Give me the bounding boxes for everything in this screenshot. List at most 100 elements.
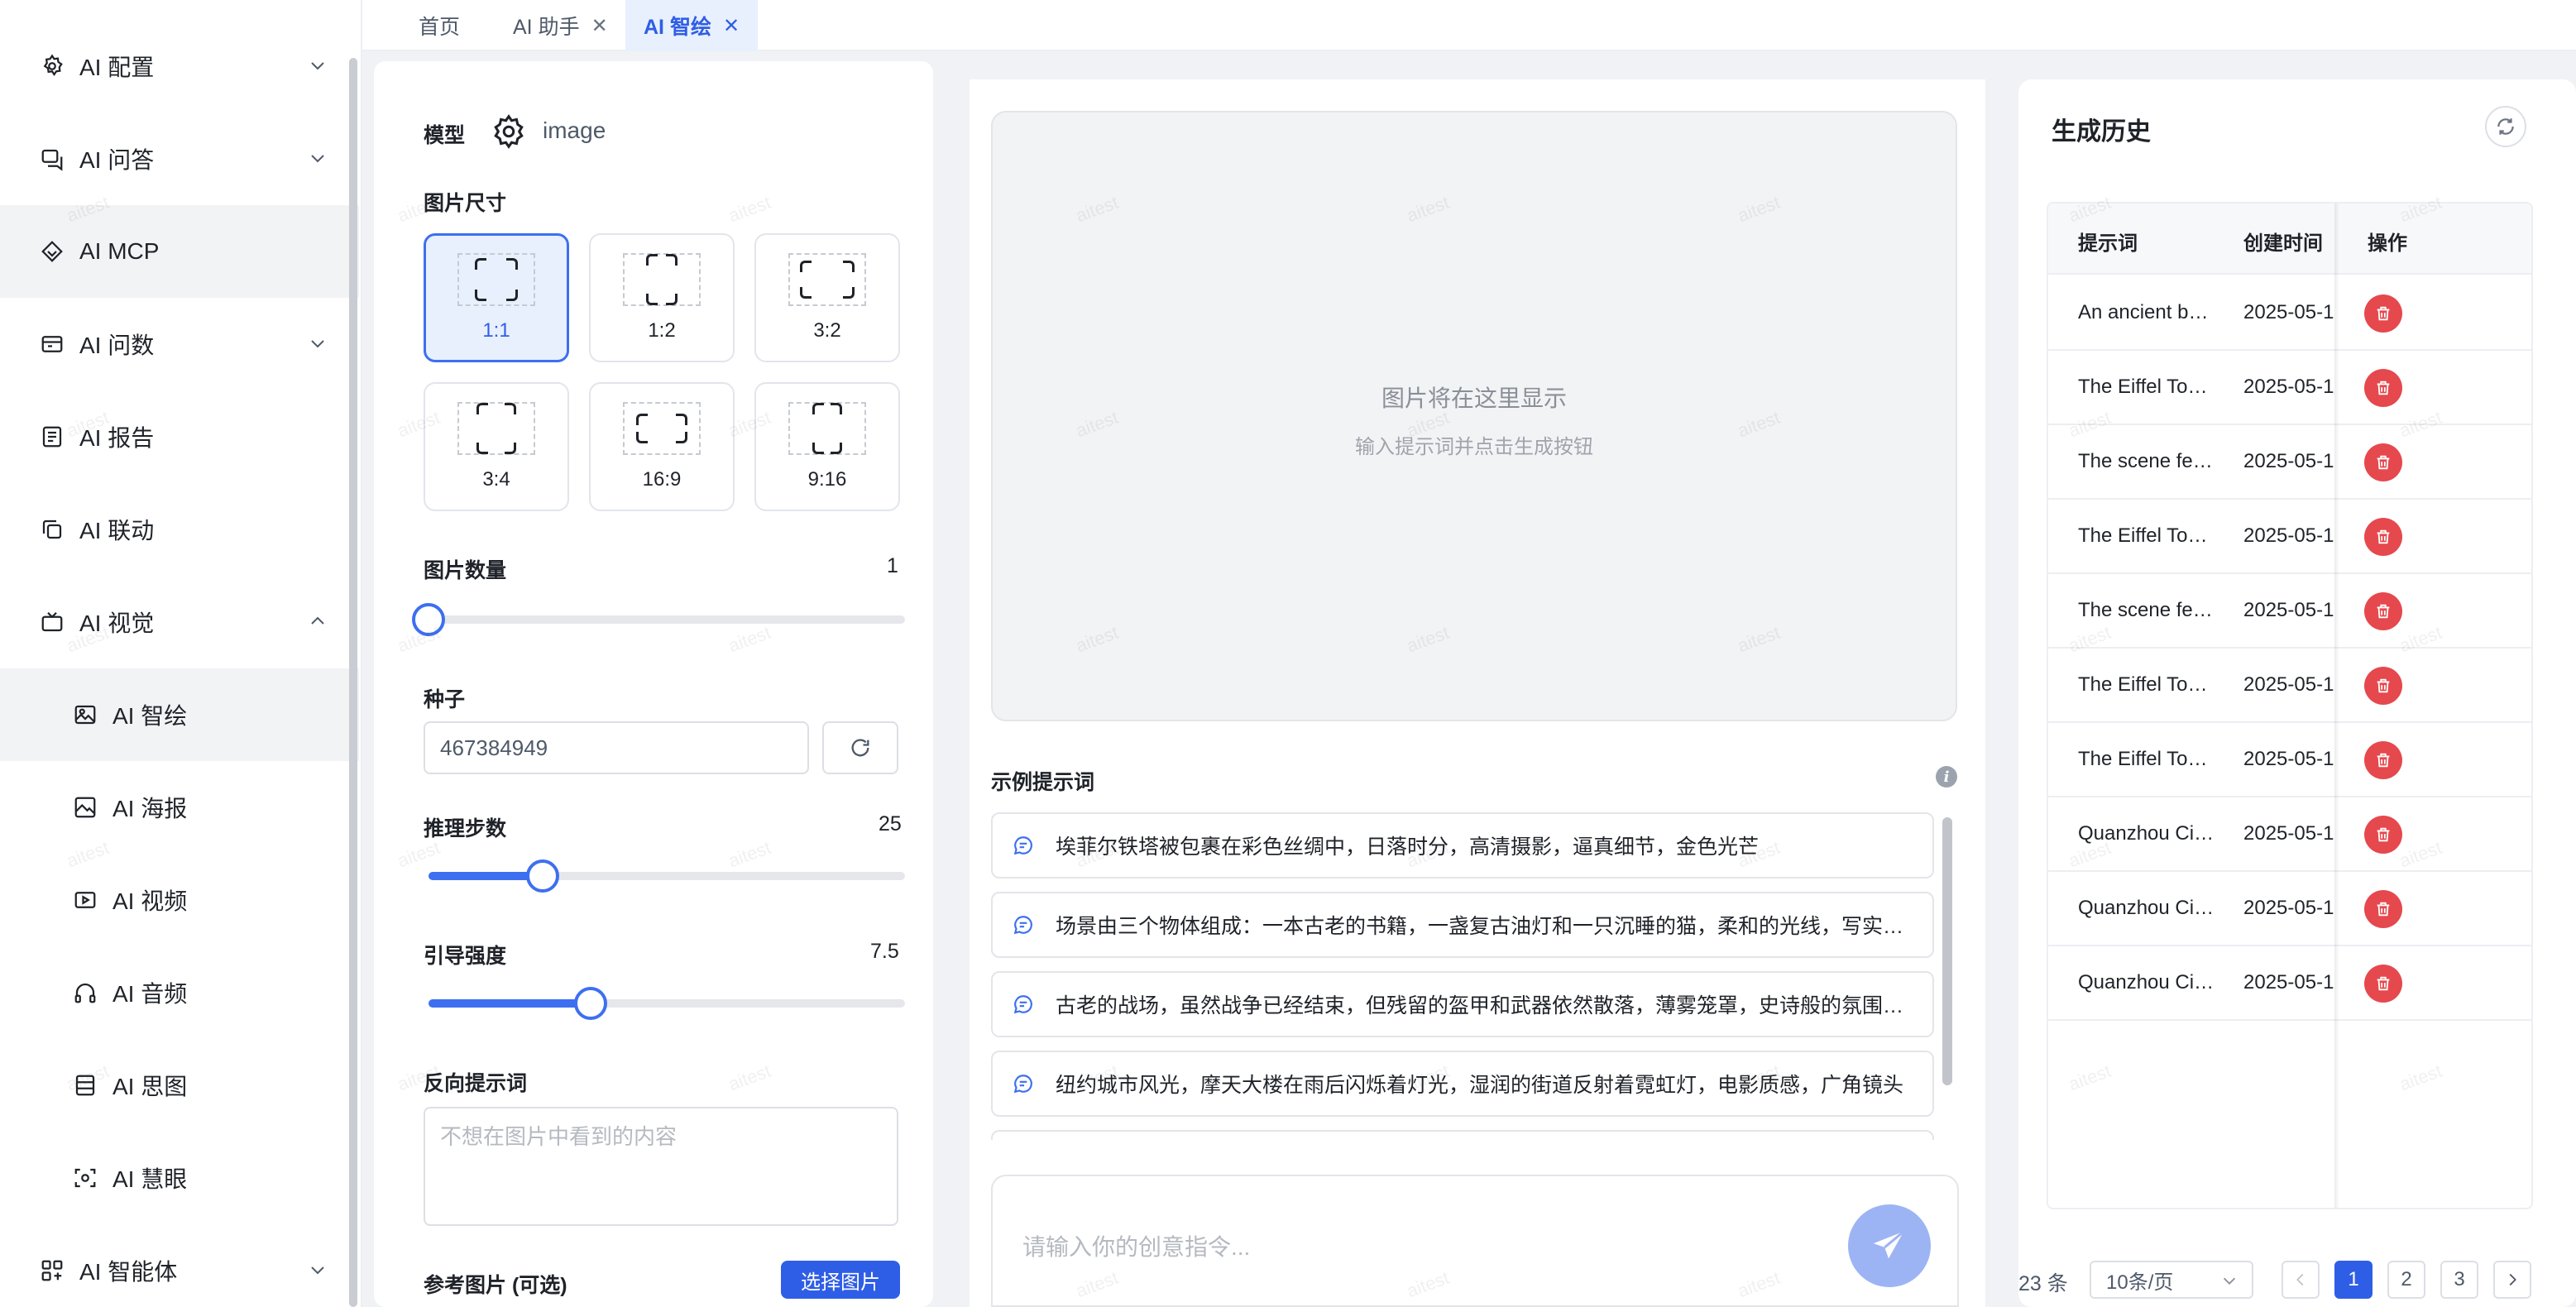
prompt-input[interactable]: 请输入你的创意指令...	[991, 1175, 1959, 1307]
slider-fill	[429, 999, 591, 1008]
delete-button[interactable]	[2364, 667, 2402, 705]
example-prompt-item[interactable]: 埃菲尔铁塔被包裹在彩色丝绸中，日落时分，高清摄影，逼真细节，金色光芒	[991, 812, 1934, 879]
sidebar-item-ai-vision[interactable]: AI 视觉	[0, 576, 359, 668]
sidebar-item-ai-draw[interactable]: AI 智绘	[0, 668, 359, 761]
gear-icon	[40, 54, 65, 79]
delete-button[interactable]	[2364, 518, 2402, 556]
delete-button[interactable]	[2364, 965, 2402, 1003]
slider-handle[interactable]	[412, 603, 445, 636]
sidebar-item-ai-mcp[interactable]: AI MCP	[0, 205, 359, 298]
history-table: 提示词 创建时间 操作 An ancient book with an oil …	[2047, 202, 2533, 1209]
sidebar-item-ai-report[interactable]: AI 报告	[0, 390, 359, 483]
refresh-seed-button[interactable]	[822, 721, 898, 774]
delete-button[interactable]	[2364, 369, 2402, 407]
seed-input[interactable]: 467384949	[424, 721, 809, 774]
size-option-1-1[interactable]: 1:1	[424, 233, 569, 362]
settings-gear-icon[interactable]	[490, 113, 528, 151]
row-prompt: Quanzhou City night view	[2078, 971, 2219, 993]
refresh-history-button[interactable]	[2485, 106, 2526, 147]
chat-icon	[40, 146, 65, 171]
example-prompt-item[interactable]: 古老的战场，虽然战争已经结束，但残留的盔甲和武器依然散落，薄雾笼罩，史诗般的氛围…	[991, 971, 1934, 1037]
column-header-time: 创建时间	[2243, 232, 2323, 255]
delete-button[interactable]	[2364, 741, 2402, 779]
delete-button[interactable]	[2364, 592, 2402, 630]
page-button-1[interactable]: 1	[2334, 1261, 2373, 1299]
sidebar-item-ai-qa[interactable]: AI 问答	[0, 113, 359, 205]
guidance-slider[interactable]	[429, 987, 905, 1020]
apps-icon	[40, 1258, 65, 1283]
headphones-icon	[73, 980, 98, 1005]
sidebar-item-ai-data[interactable]: AI 问数	[0, 298, 359, 390]
sidebar-item-ai-eye[interactable]: AI 慧眼	[0, 1132, 359, 1224]
delete-button[interactable]	[2364, 443, 2402, 481]
info-icon[interactable]: i	[1936, 766, 1957, 788]
steps-slider[interactable]	[429, 859, 905, 893]
page-button-3[interactable]: 3	[2440, 1261, 2478, 1299]
delete-button[interactable]	[2364, 294, 2402, 333]
size-option-16-9[interactable]: 16:9	[589, 382, 735, 511]
example-prompt-item[interactable]: 纽约城市风光，摩天大楼在雨后闪烁着灯光，湿润的街道反射着霓虹灯，电影质感，广角镜…	[991, 1051, 1934, 1117]
page-number: 3	[2454, 1268, 2465, 1290]
row-prompt: An ancient book with an oil lamp	[2078, 301, 2219, 323]
size-option-3-2[interactable]: 3:2	[754, 233, 900, 362]
row-created-time: 2025-05-1	[2243, 897, 2334, 919]
send-button[interactable]	[1848, 1204, 1931, 1287]
size-label: 图片尺寸	[424, 192, 507, 215]
negative-prompt-label: 反向提示词	[424, 1072, 528, 1095]
sidebar-item-ai-video[interactable]: AI 视频	[0, 854, 359, 946]
chevron-down-icon	[308, 333, 328, 352]
negative-prompt-textarea[interactable]: 不想在图片中看到的内容	[424, 1107, 898, 1226]
prev-page-button[interactable]	[2282, 1261, 2320, 1299]
select-image-button[interactable]: 选择图片	[781, 1261, 900, 1299]
tab-label: AI 智绘	[644, 16, 711, 39]
image-preview-area: 图片将在这里显示 输入提示词并点击生成按钮	[991, 111, 1957, 721]
delete-button[interactable]	[2364, 890, 2402, 928]
row-created-time: 2025-05-1	[2243, 673, 2334, 696]
sidebar-item-label: AI 智绘	[113, 703, 188, 729]
chevron-down-icon	[308, 1259, 328, 1279]
sidebar-item-ai-link[interactable]: AI 联动	[0, 483, 359, 576]
sidebar-item-ai-audio[interactable]: AI 音频	[0, 946, 359, 1039]
sidebar-item-ai-poster[interactable]: AI 海报	[0, 761, 359, 854]
database-icon	[40, 332, 65, 357]
close-icon[interactable]: ✕	[723, 14, 740, 38]
trash-icon	[2377, 976, 2390, 991]
count-label: 图片数量	[424, 559, 507, 582]
tab-ai-draw[interactable]: AI 智绘 ✕	[625, 0, 759, 51]
close-icon[interactable]: ✕	[591, 14, 608, 38]
size-option-3-4[interactable]: 3:4	[424, 382, 569, 511]
preview-subtitle: 输入提示词并点击生成按钮	[1355, 436, 1593, 458]
slider-handle[interactable]	[573, 987, 607, 1020]
table-row: Quanzhou City night view 2025-05-1	[2048, 872, 2531, 946]
ratio-preview	[788, 253, 866, 306]
sidebar-item-ai-agent[interactable]: AI 智能体	[0, 1224, 359, 1307]
size-option-1-2[interactable]: 1:2	[589, 233, 735, 362]
row-created-time: 2025-05-1	[2243, 971, 2334, 993]
refresh-icon	[851, 739, 869, 757]
examples-title: 示例提示词	[991, 771, 1095, 794]
delete-button[interactable]	[2364, 816, 2402, 854]
row-prompt: The Eiffel Tower wrapped in silk	[2078, 524, 2219, 547]
size-option-9-16[interactable]: 9:16	[754, 382, 900, 511]
guidance-value: 7.5	[870, 940, 899, 963]
tab-home[interactable]: 首页	[400, 0, 478, 51]
count-value: 1	[887, 554, 898, 577]
tab-ai-assistant[interactable]: AI 助手 ✕	[495, 0, 626, 51]
sidebar-item-ai-mind[interactable]: AI 思图	[0, 1039, 359, 1132]
sidebar-scrollbar[interactable]	[349, 58, 357, 1307]
page-button-2[interactable]: 2	[2387, 1261, 2425, 1299]
sidebar: AI 配置 AI 问答 AI MCP AI 问数 AI 报告 AI 联动 AI …	[0, 0, 362, 1307]
examples-scrollbar[interactable]	[1942, 817, 1952, 1085]
chat-bubble-icon	[1013, 836, 1032, 855]
slider-handle[interactable]	[526, 859, 560, 893]
page-size-select[interactable]: 10条/页	[2090, 1261, 2253, 1299]
page-number: 2	[2401, 1268, 2412, 1290]
ratio-label: 3:2	[813, 319, 841, 342]
row-created-time: 2025-05-1	[2243, 450, 2334, 472]
sidebar-item-ai-config[interactable]: AI 配置	[0, 20, 359, 113]
example-prompt-item[interactable]: 场景由三个物体组成：一本古老的书籍，一盏复古油灯和一只沉睡的猫，柔和的光线，写实…	[991, 892, 1934, 958]
ratio-preview	[623, 253, 701, 306]
next-page-button[interactable]	[2493, 1261, 2531, 1299]
count-slider[interactable]	[412, 603, 905, 636]
row-prompt: The Eiffel Tower wrapped in silk	[2078, 673, 2219, 696]
